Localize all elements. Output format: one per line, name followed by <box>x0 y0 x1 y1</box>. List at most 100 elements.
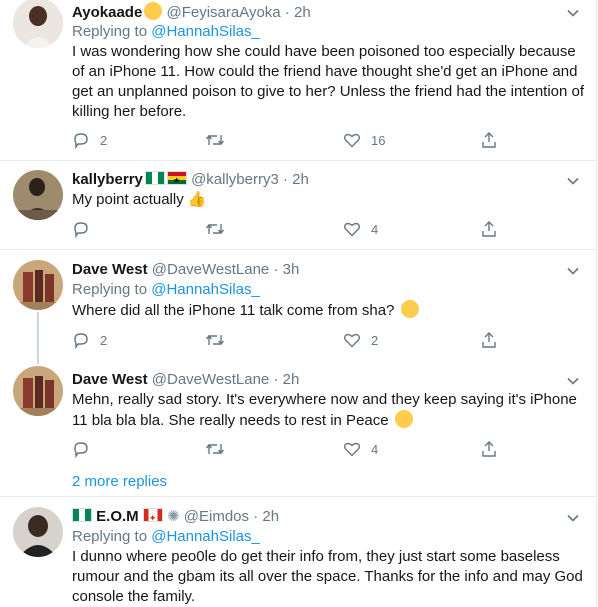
reply-button[interactable] <box>72 219 100 239</box>
tweet-text-body: Mehn, really sad story. It's everywhere … <box>72 391 577 429</box>
nigeria-flag-icon <box>144 171 165 185</box>
author-name[interactable]: Ayokaade <box>72 4 142 21</box>
author-name[interactable]: E.O.M <box>96 508 139 525</box>
tweet[interactable]: kallyberry @kallyberry3 · 2h My point ac… <box>0 161 596 249</box>
avatar[interactable] <box>13 366 63 416</box>
timestamp[interactable]: 2h <box>262 508 279 525</box>
retweet-button[interactable] <box>205 130 235 150</box>
tweet-text-body: My point actually <box>72 191 184 208</box>
avatar[interactable] <box>13 170 63 220</box>
heart-icon <box>344 442 360 457</box>
tweet[interactable]: E.O.M ✺ @Eimdos · 2h Replying to @Hannah… <box>0 497 596 607</box>
separator-dot: · <box>273 371 279 388</box>
retweet-button[interactable] <box>205 219 235 239</box>
retweet-icon <box>205 443 225 455</box>
tweet[interactable]: Ayokaade @FeyisaraAyoka · 2h Replying to… <box>0 0 596 160</box>
avatar-image <box>13 366 63 416</box>
avatar-image <box>13 260 63 310</box>
author-name[interactable]: Dave West <box>72 261 148 278</box>
share-button[interactable] <box>480 439 498 459</box>
chevron-down-icon[interactable] <box>566 374 580 388</box>
tweet-text: I was wondering how she could have been … <box>72 43 585 120</box>
timestamp[interactable]: 2h <box>294 4 311 21</box>
author-handle[interactable]: @DaveWestLane <box>152 261 270 278</box>
like-count: 4 <box>371 441 379 457</box>
author-name[interactable]: kallyberry <box>72 171 143 188</box>
author-handle[interactable]: @Eimdos <box>184 508 249 525</box>
like-button[interactable]: 4 <box>343 219 378 239</box>
separator-dot: · <box>273 261 279 278</box>
timestamp[interactable]: 3h <box>283 261 300 278</box>
tweet-text: Where did all the iPhone 11 talk come fr… <box>72 300 586 321</box>
timestamp[interactable]: 2h <box>283 371 300 388</box>
chevron-down-icon[interactable] <box>566 174 580 188</box>
tweet-header: Dave West @DaveWestLane · 3h <box>72 260 586 280</box>
thumbs-up-emoji-icon: 👍 <box>187 191 207 208</box>
avatar-image <box>13 0 63 48</box>
badge-icon: ✺ <box>167 508 180 525</box>
separator-dot: · <box>284 4 290 21</box>
share-button[interactable] <box>480 219 498 239</box>
tweet-header: Ayokaade @FeyisaraAyoka · 2h <box>72 2 586 22</box>
avatar[interactable] <box>13 260 63 310</box>
nigeria-flag-icon <box>72 508 92 522</box>
eye-roll-emoji-icon <box>400 300 419 318</box>
retweet-button[interactable] <box>205 439 235 459</box>
replying-to-label: Replying to <box>72 528 148 545</box>
author-handle[interactable]: @FeyisaraAyoka <box>166 4 280 21</box>
reply-count: 2 <box>100 132 108 148</box>
timestamp[interactable]: 2h <box>292 171 309 188</box>
reply-count: 2 <box>100 332 108 348</box>
retweet-icon <box>205 223 225 235</box>
retweet-button[interactable] <box>205 330 235 350</box>
reply-button[interactable]: 2 <box>72 330 107 350</box>
tweet-text: My point actually 👍 <box>72 190 586 210</box>
chevron-down-icon[interactable] <box>566 6 580 20</box>
avatar-image <box>13 170 63 220</box>
share-icon <box>482 441 496 457</box>
share-button[interactable] <box>480 130 498 150</box>
chevron-down-icon[interactable] <box>566 264 580 278</box>
like-button[interactable]: 2 <box>343 330 378 350</box>
avatar-image <box>13 507 63 557</box>
heart-icon <box>344 222 360 237</box>
tweet-text: I dunno where peo0le do get their info f… <box>72 548 583 605</box>
separator-dot: · <box>253 508 259 525</box>
thread-line <box>37 312 39 364</box>
tweet-header: Dave West @DaveWestLane · 2h <box>72 370 586 390</box>
grin-emoji-icon <box>144 2 163 20</box>
retweet-icon <box>205 334 225 346</box>
author-handle[interactable]: @kallyberry3 <box>191 171 279 188</box>
reply-icon <box>74 222 88 238</box>
column-border <box>596 0 597 607</box>
mention-link[interactable]: @HannahSilas_ <box>151 23 260 40</box>
author-name[interactable]: Dave West <box>72 371 148 388</box>
tweet-text: Mehn, really sad story. It's everywhere … <box>72 390 586 431</box>
reply-button[interactable]: 2 <box>72 130 107 150</box>
reply-icon <box>74 133 88 149</box>
share-button[interactable] <box>480 330 498 350</box>
like-button[interactable]: 16 <box>343 130 385 150</box>
reply-icon <box>74 333 88 349</box>
more-replies-link[interactable]: 2 more replies <box>72 473 167 490</box>
chevron-down-icon[interactable] <box>566 511 580 525</box>
avatar[interactable] <box>13 0 63 48</box>
mention-link[interactable]: @HannahSilas_ <box>151 528 260 545</box>
replying-to-label: Replying to <box>72 23 148 40</box>
like-button[interactable]: 4 <box>343 439 378 459</box>
tweet-header: E.O.M ✺ @Eimdos · 2h <box>72 507 586 528</box>
mention-link[interactable]: @HannahSilas_ <box>151 281 260 298</box>
tweet-text-body: Where did all the iPhone 11 talk come fr… <box>72 302 395 319</box>
tweet-actions: 4 <box>72 219 512 239</box>
avatar[interactable] <box>13 507 63 557</box>
ghana-flag-icon <box>166 171 187 191</box>
tweet[interactable]: Dave West @DaveWestLane · 3h Replying to… <box>0 250 596 364</box>
reply-button[interactable] <box>72 439 100 459</box>
author-handle[interactable]: @DaveWestLane <box>152 371 270 388</box>
replying-to-label: Replying to <box>72 281 148 298</box>
tweet-header: kallyberry @kallyberry3 · 2h <box>72 170 586 191</box>
share-icon <box>482 332 496 348</box>
tweet-actions: 4 <box>72 439 512 459</box>
tweet-actions: 2 16 <box>72 130 512 150</box>
tweet[interactable]: Dave West @DaveWestLane · 2h Mehn, reall… <box>0 360 596 468</box>
